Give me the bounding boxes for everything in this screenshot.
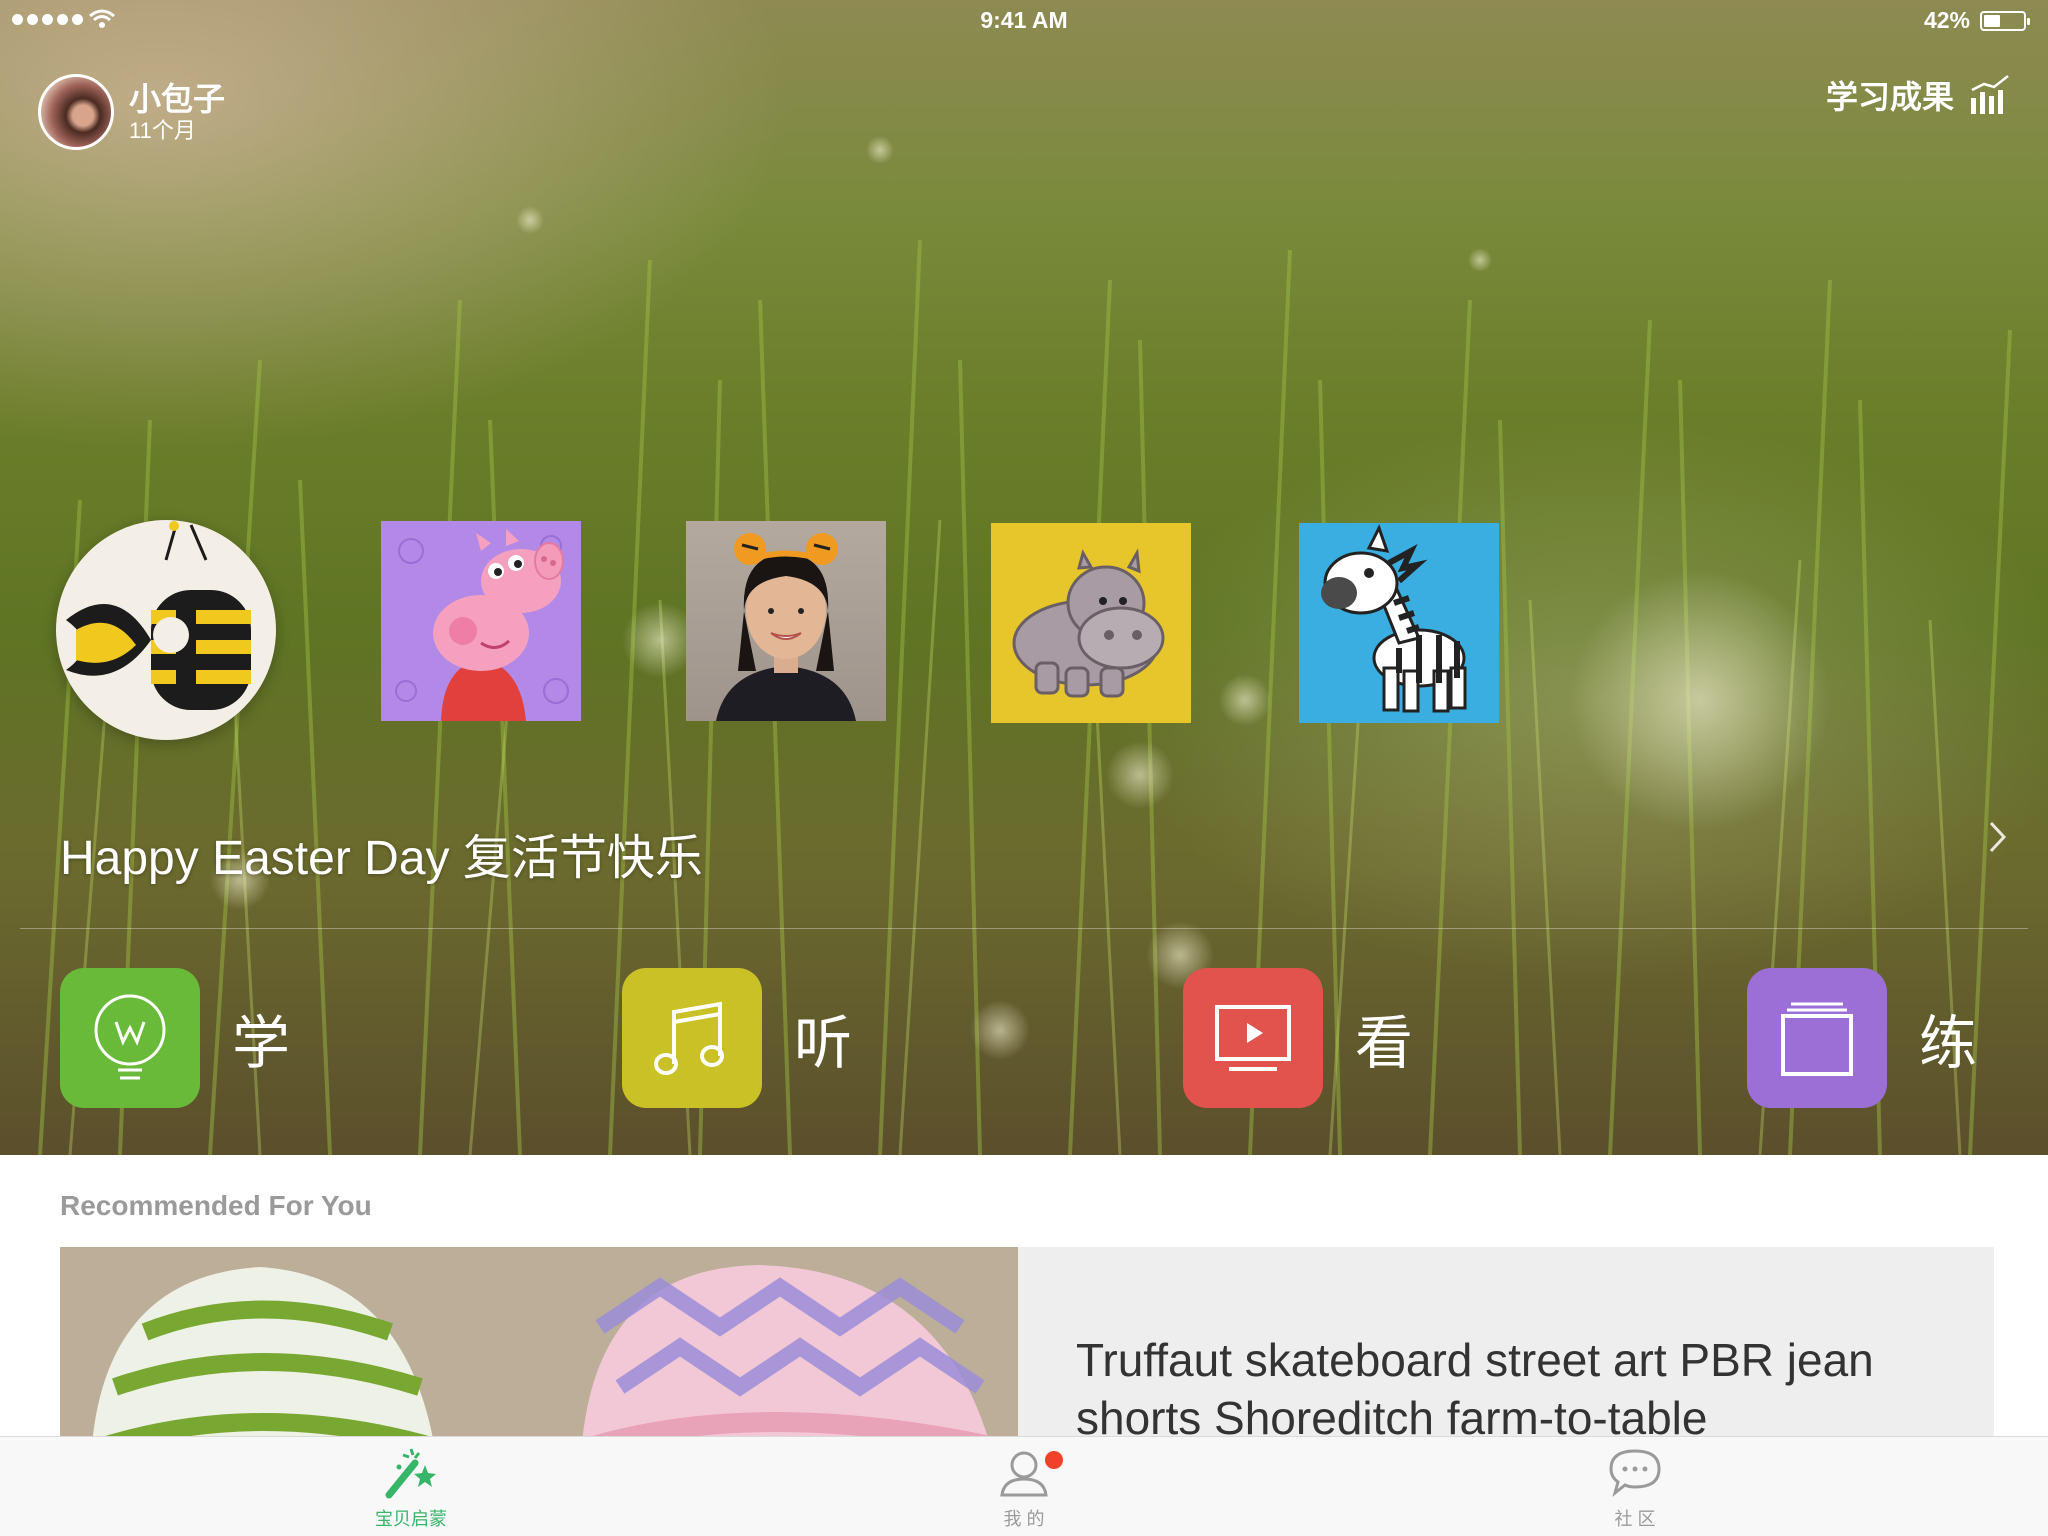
category-learn[interactable]: 学 <box>60 968 290 1108</box>
tab-community[interactable]: 社 区 <box>1555 1445 1715 1531</box>
category-practice-tile[interactable] <box>1747 968 1887 1108</box>
music-note-icon <box>654 1001 724 1075</box>
chat-bubble-icon <box>1609 1449 1661 1498</box>
featured-bee-letter-b[interactable] <box>56 520 276 740</box>
tab-mine-label: 我 的 <box>1003 1509 1045 1529</box>
featured-tiger-ears-host[interactable] <box>686 521 886 721</box>
category-listen[interactable]: 听 <box>622 968 852 1108</box>
battery-percentage: 42% <box>1923 7 1970 33</box>
featured-title: Happy Easter Day 复活节快乐 <box>60 832 703 885</box>
tab-bar: 宝贝启蒙 我 的 社 区 <box>0 1436 2048 1536</box>
tab-home-label: 宝贝启蒙 <box>375 1509 447 1529</box>
cards-icon <box>1781 1002 1853 1076</box>
category-learn-label: 学 <box>232 1011 291 1076</box>
category-watch[interactable]: 看 <box>1183 968 1413 1108</box>
category-listen-label: 听 <box>794 1011 853 1076</box>
learning-results-label: 学习成果 <box>1825 79 1954 115</box>
video-play-icon <box>1215 1005 1291 1071</box>
lightbulb-icon <box>94 994 166 1080</box>
category-learn-tile[interactable] <box>60 968 200 1108</box>
tab-community-label: 社 区 <box>1614 1509 1656 1529</box>
status-time: 9:41 AM <box>980 7 1068 33</box>
pig-illustration <box>395 529 569 721</box>
category-listen-tile[interactable] <box>622 968 762 1108</box>
divider <box>20 928 2028 929</box>
magic-wand-icon <box>385 1448 436 1499</box>
recommended-section-title: Recommended For You <box>60 1190 372 1221</box>
child-name: 小包子 <box>129 81 226 117</box>
child-age: 11个月 <box>129 118 196 143</box>
host-photo <box>716 533 856 721</box>
recommended-card-text: Truffaut skateboard street art PBR jean … <box>1076 1334 1874 1444</box>
featured-hippo[interactable] <box>991 523 1191 723</box>
learning-results-button[interactable]: 学习成果 <box>1826 72 2010 118</box>
bar-chart-icon <box>1971 75 2009 114</box>
hippo-illustration <box>1012 548 1165 698</box>
category-practice[interactable]: 练 <box>1747 968 1977 1108</box>
category-watch-label: 看 <box>1355 1011 1414 1076</box>
battery-icon <box>1980 11 2030 31</box>
featured-peppa-pig[interactable] <box>381 521 581 721</box>
person-icon <box>1000 1451 1048 1497</box>
featured-zebra[interactable] <box>1299 523 1499 723</box>
category-watch-tile[interactable] <box>1183 968 1323 1108</box>
hero-banner: 9:41 AM 42% 小包子 11个月 学习成果 Happy Easter D… <box>0 0 2048 1155</box>
status-bar: 9:41 AM 42% <box>0 0 2048 40</box>
tab-mine[interactable]: 我 的 <box>944 1445 1104 1531</box>
category-practice-label: 练 <box>1919 1011 1978 1076</box>
tab-home[interactable]: 宝贝启蒙 <box>331 1445 491 1531</box>
child-profile[interactable]: 小包子 11个月 <box>38 74 225 150</box>
avatar[interactable] <box>38 74 114 150</box>
bee-illustration <box>66 521 251 710</box>
chevron-right-icon[interactable] <box>1988 820 2008 854</box>
zebra-illustration <box>1321 524 1467 713</box>
notification-badge <box>1045 1451 1063 1469</box>
